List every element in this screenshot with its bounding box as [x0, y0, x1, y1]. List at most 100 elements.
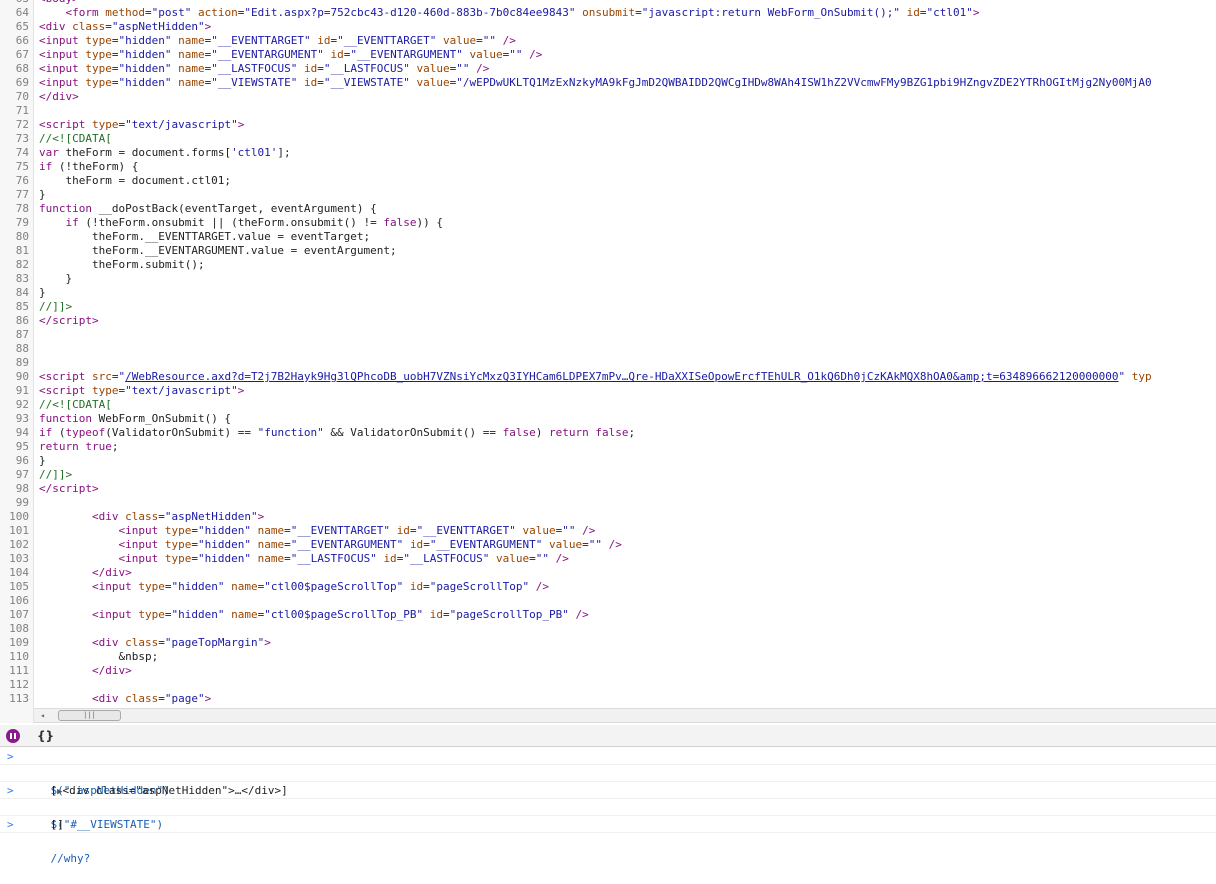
source-toolbar: {} — [0, 725, 1216, 747]
line-number[interactable]: 80 — [0, 230, 34, 244]
console-input-field[interactable]: //why? — [51, 852, 91, 865]
line-number[interactable]: 68 — [0, 62, 34, 76]
source-line: 108 — [0, 622, 1152, 636]
source-line: 88 — [0, 342, 1152, 356]
console-prompt[interactable]: > //why? — [0, 816, 1216, 865]
line-number[interactable]: 79 — [0, 216, 34, 230]
line-code: <script type="text/javascript"> — [39, 118, 245, 131]
line-number[interactable]: 75 — [0, 160, 34, 174]
line-number[interactable]: 77 — [0, 188, 34, 202]
scroll-left-arrow-icon[interactable]: ◂ — [38, 711, 47, 720]
line-number[interactable]: 78 — [0, 202, 34, 216]
source-line: 106 — [0, 594, 1152, 608]
line-number[interactable]: 64 — [0, 6, 34, 20]
line-code: return true; — [39, 440, 119, 453]
line-number[interactable]: 94 — [0, 426, 34, 440]
line-code: theForm = document.ctl01; — [39, 174, 232, 187]
line-number[interactable]: 65 — [0, 20, 34, 34]
line-number[interactable]: 86 — [0, 314, 34, 328]
line-number[interactable]: 104 — [0, 566, 34, 580]
source-code[interactable]: 63<body>64 <form method="post" action="E… — [0, 0, 1152, 708]
line-number[interactable]: 85 — [0, 300, 34, 314]
source-line: 101 <input type="hidden" name="__EVENTTA… — [0, 524, 1152, 538]
source-view[interactable]: 63<body>64 <form method="post" action="E… — [0, 0, 1216, 708]
line-number[interactable]: 74 — [0, 146, 34, 160]
line-number[interactable]: 113 — [0, 692, 34, 706]
line-number[interactable]: 110 — [0, 650, 34, 664]
console-panel[interactable]: > $(".aspNetHidden") [▶<div class="aspNe… — [0, 748, 1216, 865]
source-line: 83 } — [0, 272, 1152, 286]
line-number[interactable]: 99 — [0, 496, 34, 510]
source-line: 113 <div class="page"> — [0, 692, 1152, 706]
line-code: var theForm = document.forms['ctl01']; — [39, 146, 291, 159]
line-code: <form method="post" action="Edit.aspx?p=… — [65, 6, 980, 19]
line-number[interactable]: 102 — [0, 538, 34, 552]
source-line: 109 <div class="pageTopMargin"> — [0, 636, 1152, 650]
source-line: 97 //]]> — [0, 468, 1152, 482]
line-number[interactable]: 101 — [0, 524, 34, 538]
source-line: 79 if (!theForm.onsubmit || (theForm.ons… — [0, 216, 1152, 230]
console-entry: > $(".aspNetHidden") — [0, 748, 1216, 797]
scroll-thumb[interactable]: ||| — [58, 710, 121, 721]
line-code: theForm.__EVENTTARGET.value = eventTarge… — [39, 230, 371, 243]
source-line: 107 <input type="hidden" name="ctl00$pag… — [0, 608, 1152, 622]
line-number[interactable]: 97 — [0, 468, 34, 482]
line-number[interactable]: 109 — [0, 636, 34, 650]
line-number[interactable]: 107 — [0, 608, 34, 622]
line-number[interactable]: 76 — [0, 174, 34, 188]
line-number[interactable]: 71 — [0, 104, 34, 118]
line-number[interactable]: 82 — [0, 258, 34, 272]
line-number[interactable]: 66 — [0, 34, 34, 48]
line-number[interactable]: 103 — [0, 552, 34, 566]
source-line: 103 <input type="hidden" name="__LASTFOC… — [0, 552, 1152, 566]
source-line: 73 //<![CDATA[ — [0, 132, 1152, 146]
line-code: } — [39, 188, 46, 201]
line-code: //<![CDATA[ — [39, 132, 112, 145]
line-code: if (typeof(ValidatorOnSubmit) == "functi… — [39, 426, 636, 439]
line-number[interactable]: 87 — [0, 328, 34, 342]
line-number[interactable]: 95 — [0, 440, 34, 454]
line-code: if (!theForm.onsubmit || (theForm.onsubm… — [65, 216, 444, 229]
line-number[interactable]: 84 — [0, 286, 34, 300]
line-number[interactable]: 89 — [0, 356, 34, 370]
line-number[interactable]: 92 — [0, 398, 34, 412]
line-number[interactable]: 88 — [0, 342, 34, 356]
horizontal-scrollbar[interactable]: ◂ ||| — [34, 708, 1216, 723]
source-line: 104 </div> — [0, 566, 1152, 580]
gutter-footer — [0, 708, 34, 723]
line-number[interactable]: 112 — [0, 678, 34, 692]
line-number[interactable]: 83 — [0, 272, 34, 286]
line-number[interactable]: 100 — [0, 510, 34, 524]
source-line: 72 <script type="text/javascript"> — [0, 118, 1152, 132]
line-code: </div> — [91, 566, 132, 579]
line-number[interactable]: 105 — [0, 580, 34, 594]
source-line: 99 — [0, 496, 1152, 510]
line-number[interactable]: 81 — [0, 244, 34, 258]
line-number[interactable]: 93 — [0, 412, 34, 426]
line-code: } — [39, 286, 46, 299]
line-number[interactable]: 111 — [0, 664, 34, 678]
source-line: 87 — [0, 328, 1152, 342]
line-number[interactable]: 98 — [0, 482, 34, 496]
line-code: <input type="hidden" name="__VIEWSTATE" … — [39, 76, 1152, 89]
line-number[interactable]: 69 — [0, 76, 34, 90]
line-number[interactable]: 91 — [0, 384, 34, 398]
line-code: <div class="aspNetHidden"> — [91, 510, 265, 523]
line-number[interactable]: 72 — [0, 118, 34, 132]
line-number[interactable]: 70 — [0, 90, 34, 104]
pretty-print-button[interactable]: {} — [31, 727, 60, 745]
source-line: 76 theForm = document.ctl01; — [0, 174, 1152, 188]
line-code: </script> — [39, 482, 99, 495]
source-line: 67 <input type="hidden" name="__EVENTARGU… — [0, 48, 1152, 62]
source-line: 82 theForm.submit(); — [0, 258, 1152, 272]
line-number[interactable]: 90 — [0, 370, 34, 384]
line-number[interactable]: 67 — [0, 48, 34, 62]
line-number[interactable]: 96 — [0, 454, 34, 468]
pause-icon[interactable] — [6, 729, 20, 743]
line-number[interactable]: 73 — [0, 132, 34, 146]
line-code: //]]> — [39, 300, 73, 313]
line-number[interactable]: 108 — [0, 622, 34, 636]
line-number[interactable]: 106 — [0, 594, 34, 608]
